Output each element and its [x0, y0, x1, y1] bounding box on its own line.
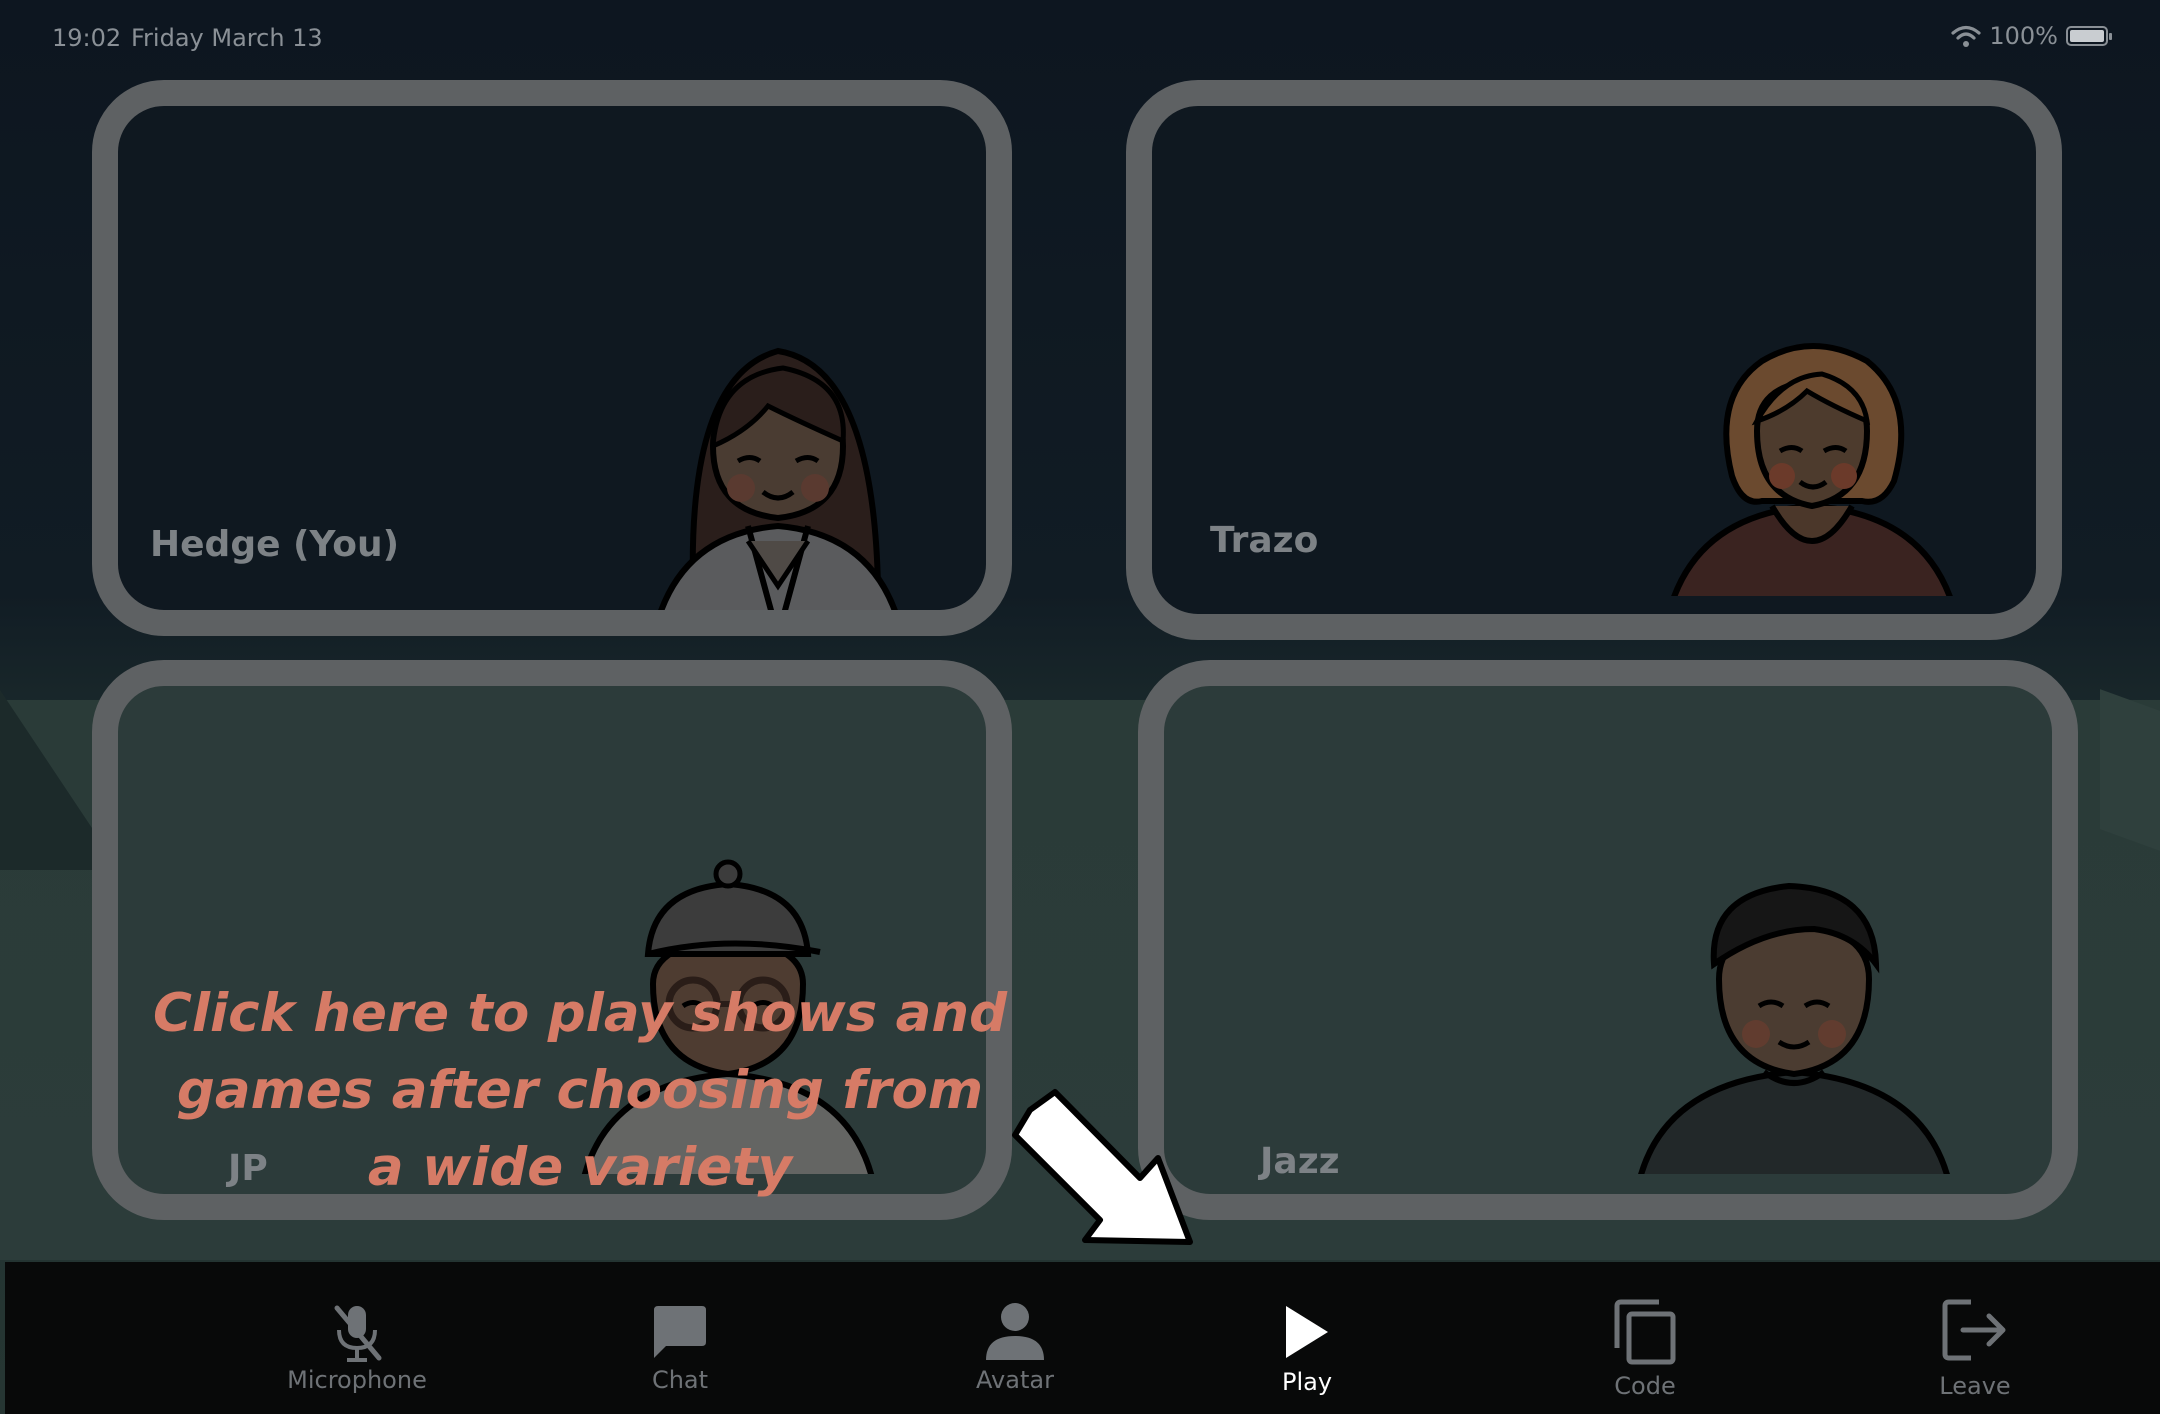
- exit-icon: [1942, 1299, 2006, 1361]
- wifi-icon: [1951, 25, 1981, 47]
- avatar-button[interactable]: Avatar: [915, 1262, 1115, 1414]
- participant-name: Hedge (You): [150, 524, 400, 565]
- person-icon: [986, 1303, 1044, 1360]
- copy-icon: [1614, 1299, 1676, 1365]
- participant-tile-jazz[interactable]: Jazz: [1138, 660, 2078, 1220]
- participant-tile-hedge[interactable]: Hedge (You): [92, 80, 1012, 636]
- leave-button[interactable]: Leave: [1875, 1262, 2075, 1414]
- status-indicators: 100%: [1951, 22, 2112, 50]
- tutorial-arrow-icon: [1012, 1089, 1193, 1245]
- tutorial-hint-text: Click here to play shows and games after…: [152, 983, 1008, 1198]
- play-icon: [1286, 1306, 1328, 1358]
- status-time: 19:02: [52, 24, 122, 52]
- chat-button[interactable]: Chat: [580, 1262, 780, 1414]
- nav-label: Avatar: [976, 1366, 1054, 1394]
- nav-label: Code: [1614, 1372, 1676, 1400]
- microphone-muted-icon: [334, 1305, 382, 1362]
- chat-bubble-icon: [654, 1306, 706, 1358]
- avatar-trazo: [1671, 343, 1953, 596]
- battery-percent: 100%: [1989, 22, 2058, 50]
- nav-label: Microphone: [287, 1366, 427, 1394]
- nav-label: Play: [1281, 1368, 1333, 1396]
- play-button[interactable]: Play: [1207, 1262, 1407, 1414]
- avatar-jazz: [1638, 882, 1950, 1174]
- participant-tile-trazo[interactable]: Trazo: [1126, 80, 2062, 640]
- bottom-toolbar: Microphone Chat Avatar Play Code Leave: [5, 1262, 2160, 1414]
- status-bar: 19:02 Friday March 13 100%: [0, 0, 2160, 76]
- avatar-hedge: [658, 347, 898, 610]
- nav-label: Leave: [1939, 1372, 2011, 1400]
- participant-name: Jazz: [1260, 1141, 1340, 1182]
- code-button[interactable]: Code: [1545, 1262, 1745, 1414]
- room-wall-right: [2100, 689, 2160, 851]
- status-date: Friday March 13: [131, 24, 323, 52]
- microphone-button[interactable]: Microphone: [257, 1262, 457, 1414]
- nav-label: Chat: [651, 1366, 709, 1394]
- battery-icon: [2066, 26, 2112, 46]
- participant-name: Trazo: [1210, 520, 1319, 561]
